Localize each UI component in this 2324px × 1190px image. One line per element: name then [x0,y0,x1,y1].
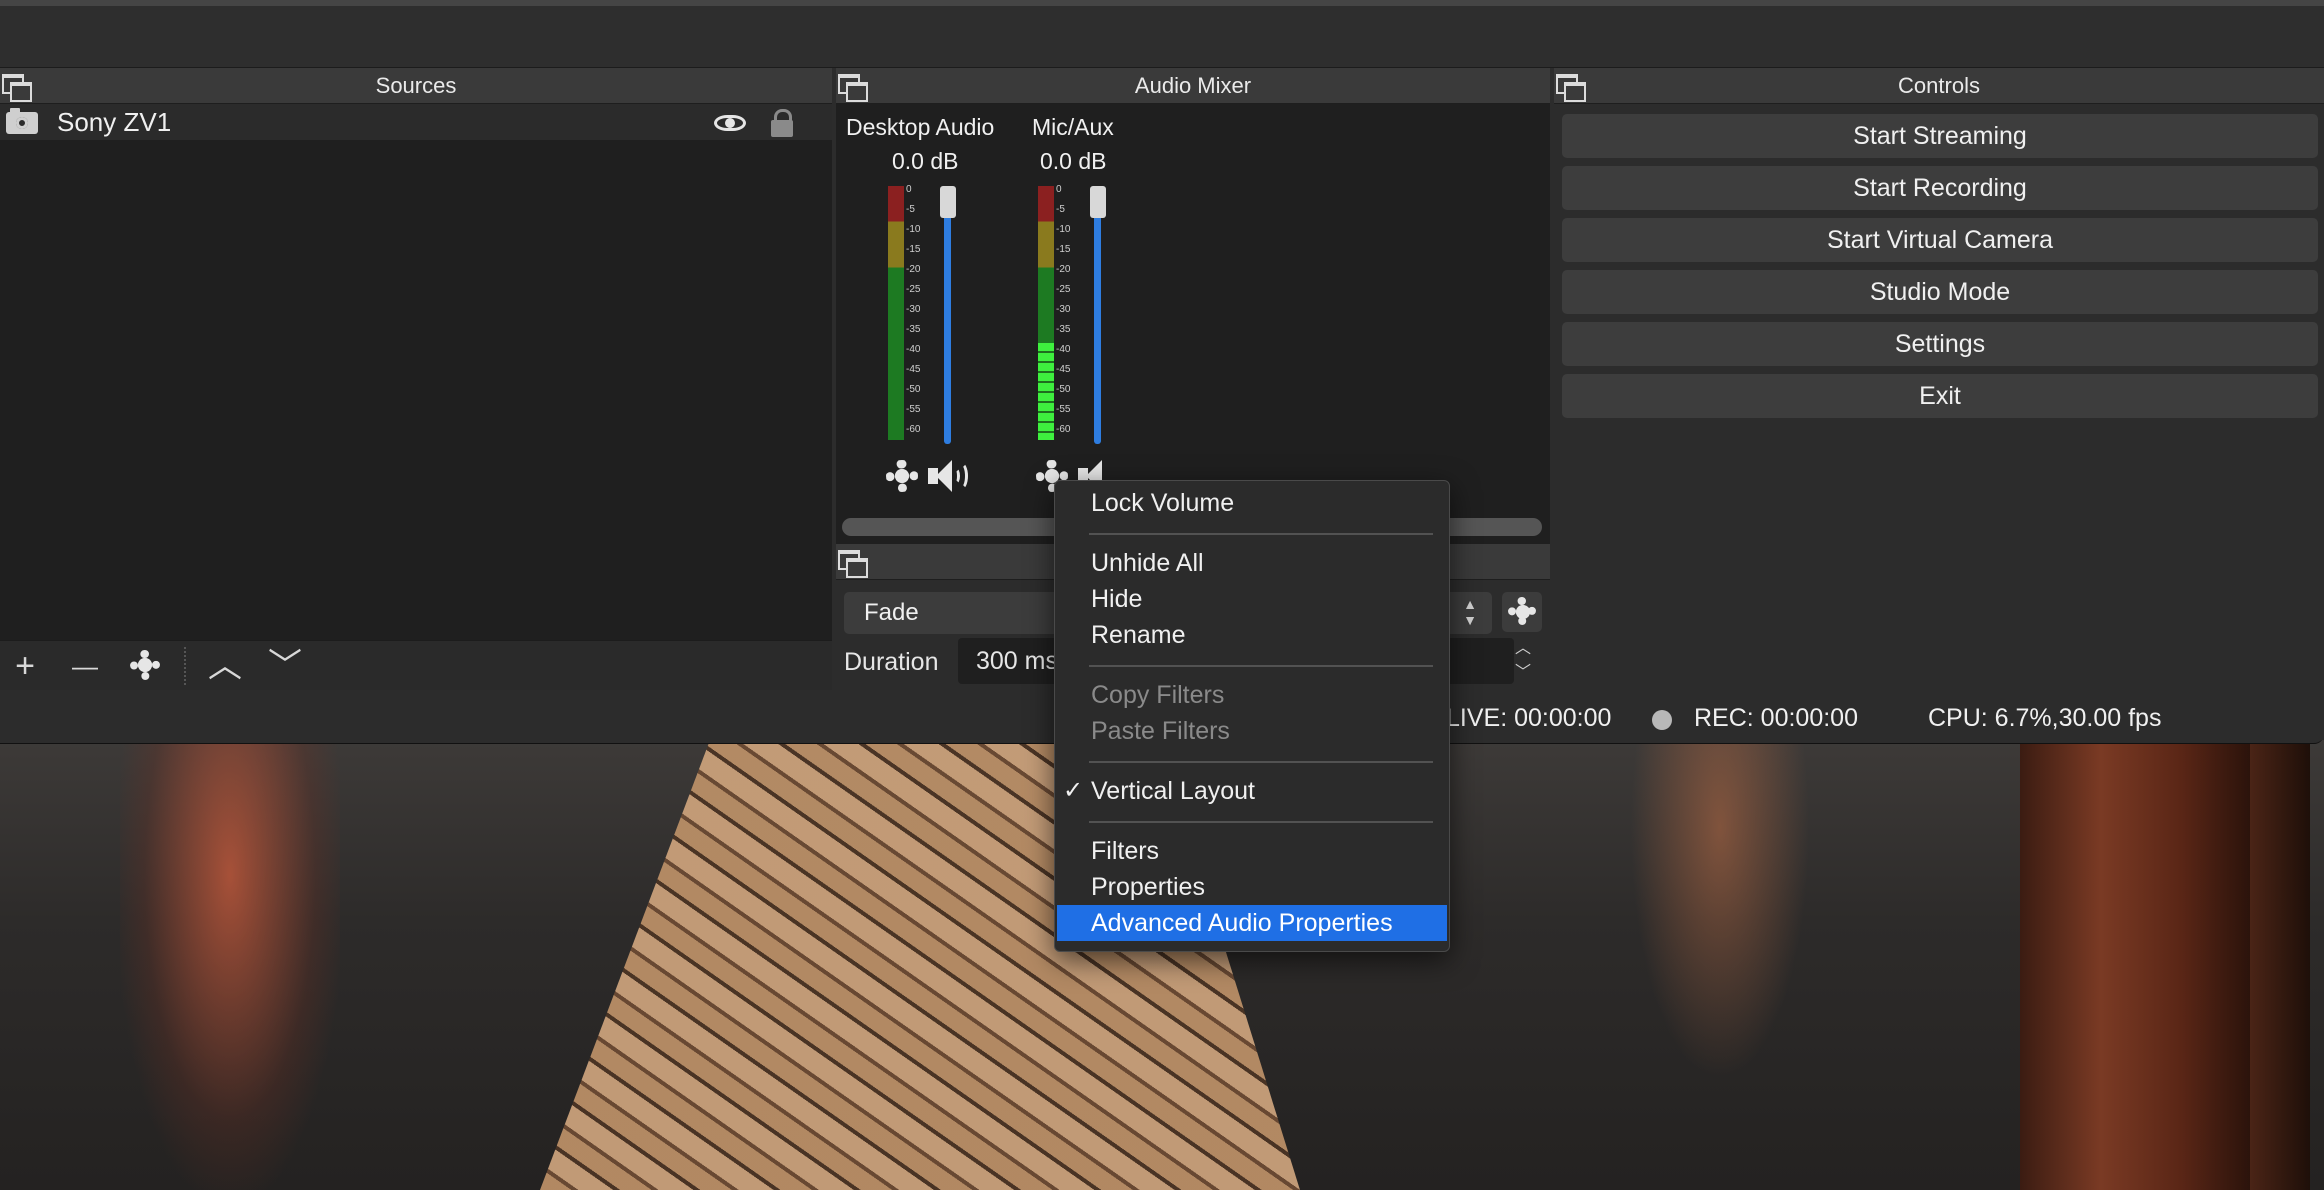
audio-mixer-dock-title: Audio Mixer [836,68,1550,104]
sources-list[interactable]: Sony ZV1 [0,104,832,640]
menu-item-unhide-all[interactable]: Unhide All [1055,545,1449,581]
meter-scale: 0 -5 -10 -15 -20 -25 -30 -35 -40 -45 -50 -55 -60 [1056,184,1071,435]
exit-button[interactable]: Exit [1562,374,2318,418]
gear-icon [1508,597,1536,625]
volume-meter-desktop-audio [888,186,904,440]
lock-icon[interactable] [771,109,793,137]
source-item[interactable]: Sony ZV1 [0,104,832,140]
studio-mode-button[interactable]: Studio Mode [1562,270,2318,314]
source-properties-button[interactable] [120,641,170,691]
window-toolbar [0,0,2324,68]
checkmark-icon: ✓ [1063,777,1084,804]
move-down-button[interactable]: ﹀ [260,641,310,691]
start-streaming-button[interactable]: Start Streaming [1562,114,2318,158]
audio-mixer-panel: Desktop Audio 0.0 dB 0 -5 -10 -15 -20 -25 -30-… [836,104,1550,544]
sources-title: Sources [375,73,457,98]
channel-name-mic-aux: Mic/Aux [1032,114,1114,140]
record-status-icon [1652,710,1672,730]
volume-fader-mic-aux[interactable] [1094,188,1101,444]
menu-item-filters[interactable]: Filters [1055,833,1449,869]
start-virtual-camera-button[interactable]: Start Virtual Camera [1562,218,2318,262]
channel-level-desktop-audio: 0.0 dB [892,148,959,174]
transition-properties-button[interactable] [1502,592,1542,632]
rec-timer: REC: 00:00:00 [1694,704,1858,732]
menu-item-advanced-audio-properties[interactable]: Advanced Audio Properties [1057,905,1447,941]
controls-dock-title: Controls [1554,68,2324,104]
volume-meter-mic-aux [1038,186,1054,440]
channel-level-mic-aux: 0.0 dB [1040,148,1107,174]
source-name: Sony ZV1 [57,107,172,137]
volume-fader-desktop-audio[interactable] [944,188,951,444]
cpu-fps-status: CPU: 6.7%,30.00 fps [1928,704,2162,732]
dock-float-icon[interactable] [1556,74,1586,102]
dock-float-icon[interactable] [2,74,32,102]
menu-separator [1089,665,1433,667]
menu-separator [1089,821,1433,823]
gear-icon [130,650,160,680]
sources-dock-title: Sources [0,68,832,104]
chevron-up-icon[interactable]: ︿ [1510,638,1536,660]
remove-source-button[interactable]: — [60,641,110,691]
sources-toolbar: + — ︿ ﹀ [0,640,832,690]
dock-float-icon[interactable] [838,550,868,578]
menu-item-copy-filters: Copy Filters [1091,681,1225,709]
dock-float-icon[interactable] [838,74,868,102]
duration-label: Duration [844,648,939,676]
visibility-eye-icon[interactable] [714,115,746,131]
gear-icon[interactable] [886,460,918,492]
controls-title: Controls [1898,73,1980,98]
chevron-down-icon[interactable]: ﹀ [1510,662,1536,684]
audio-mixer-title: Audio Mixer [1134,73,1252,98]
speaker-icon[interactable] [928,458,976,494]
audio-context-menu: Lock Volume Unhide All Hide Rename Copy … [1054,480,1450,952]
menu-item-hide[interactable]: Hide [1055,581,1449,617]
menu-item-paste-filters: Paste Filters [1091,717,1230,745]
fader-handle[interactable] [940,186,956,218]
menu-separator [1089,533,1433,535]
menu-item-properties[interactable]: Properties [1055,869,1449,905]
start-recording-button[interactable]: Start Recording [1562,166,2318,210]
settings-button[interactable]: Settings [1562,322,2318,366]
menu-item-vertical-layout[interactable]: ✓ Vertical Layout [1055,773,1449,809]
select-arrows-icon: ▲ ▼ [1463,596,1477,628]
menu-item-rename[interactable]: Rename [1055,617,1449,653]
meter-scale: 0 -5 -10 -15 -20 -25 -30 -35 -40 -45 -50 -55 -60 [906,184,921,435]
toolbar-divider [184,647,186,685]
fader-handle[interactable] [1090,186,1106,218]
menu-separator [1089,761,1433,763]
channel-name-desktop-audio: Desktop Audio [846,114,995,140]
menu-item-lock-volume[interactable]: Lock Volume [1055,485,1449,521]
camera-icon [6,108,38,134]
move-up-button[interactable]: ︿ [200,641,250,691]
add-source-button[interactable]: + [0,641,50,691]
live-timer: LIVE: 00:00:00 [1446,704,1612,732]
menu-item-label: Vertical Layout [1091,777,1255,805]
